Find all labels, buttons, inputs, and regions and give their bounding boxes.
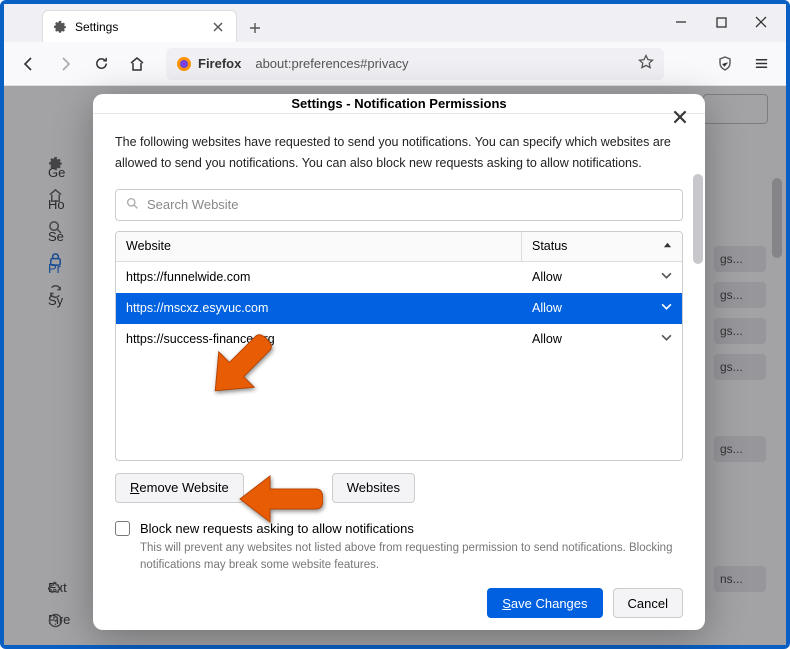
search-icon xyxy=(126,197,139,213)
gear-icon xyxy=(53,20,67,34)
remove-website-button[interactable]: Remove Website xyxy=(115,473,244,503)
window-controls xyxy=(664,8,778,36)
reload-button[interactable] xyxy=(86,49,116,79)
tab-title: Settings xyxy=(75,20,202,34)
browser-tab[interactable]: Settings xyxy=(42,10,237,42)
maximize-button[interactable] xyxy=(704,8,738,36)
brand-label: Firefox xyxy=(198,56,241,71)
remove-buttons-row: Remove Website Websites xyxy=(115,473,683,503)
site-url: https://mscxz.esyvuc.com xyxy=(116,301,522,315)
tab-close-button[interactable] xyxy=(210,19,226,35)
toolbar: Firefox about:preferences#privacy xyxy=(4,42,786,86)
intro-text: The following websites have requested to… xyxy=(115,132,683,175)
status-select[interactable]: Allow xyxy=(522,270,682,284)
table-header: Website Status xyxy=(116,232,682,262)
table-row[interactable]: https://mscxz.esyvuc.com Allow xyxy=(116,293,682,324)
block-checkbox[interactable] xyxy=(115,521,130,536)
site-url: https://success-finance.org xyxy=(116,332,522,346)
annotation-arrow xyxy=(200,326,280,411)
column-status[interactable]: Status xyxy=(522,232,682,261)
star-icon[interactable] xyxy=(638,54,654,73)
titlebar: Settings xyxy=(4,4,786,42)
home-button[interactable] xyxy=(122,49,152,79)
dialog-title: Settings - Notification Permissions xyxy=(291,96,506,111)
status-select[interactable]: Allow xyxy=(522,301,682,315)
search-website-input[interactable]: Search Website xyxy=(115,189,683,221)
sort-icon xyxy=(663,239,672,253)
remove-all-websites-button[interactable]: Websites xyxy=(332,473,415,503)
close-window-button[interactable] xyxy=(744,8,778,36)
dialog-body: The following websites have requested to… xyxy=(93,114,705,630)
new-tab-button[interactable] xyxy=(241,14,269,42)
minimize-button[interactable] xyxy=(664,8,698,36)
chevron-down-icon xyxy=(661,301,672,315)
notification-permissions-dialog: Settings - Notification Permissions The … xyxy=(93,94,705,630)
block-help-text: This will prevent any websites not liste… xyxy=(140,540,683,575)
search-placeholder: Search Website xyxy=(147,197,239,212)
status-select[interactable]: Allow xyxy=(522,332,682,346)
back-button[interactable] xyxy=(14,49,44,79)
url-bar[interactable]: Firefox about:preferences#privacy xyxy=(166,48,664,80)
forward-button[interactable] xyxy=(50,49,80,79)
url-text: about:preferences#privacy xyxy=(255,56,408,71)
block-new-requests-row: Block new requests asking to allow notif… xyxy=(115,521,683,536)
table-row[interactable]: https://funnelwide.com Allow xyxy=(116,262,682,293)
chevron-down-icon xyxy=(661,332,672,346)
annotation-arrow xyxy=(238,471,323,532)
column-website[interactable]: Website xyxy=(116,232,522,261)
dialog-scrollbar[interactable] xyxy=(693,174,703,264)
shield-icon[interactable] xyxy=(710,49,740,79)
dialog-footer: Save Changes Cancel xyxy=(115,574,683,618)
firefox-brand: Firefox xyxy=(176,56,241,72)
menu-button[interactable] xyxy=(746,49,776,79)
cancel-button[interactable]: Cancel xyxy=(613,588,683,618)
save-changes-button[interactable]: Save Changes xyxy=(487,588,602,618)
chevron-down-icon xyxy=(661,270,672,284)
dialog-header: Settings - Notification Permissions xyxy=(93,94,705,114)
site-url: https://funnelwide.com xyxy=(116,270,522,284)
